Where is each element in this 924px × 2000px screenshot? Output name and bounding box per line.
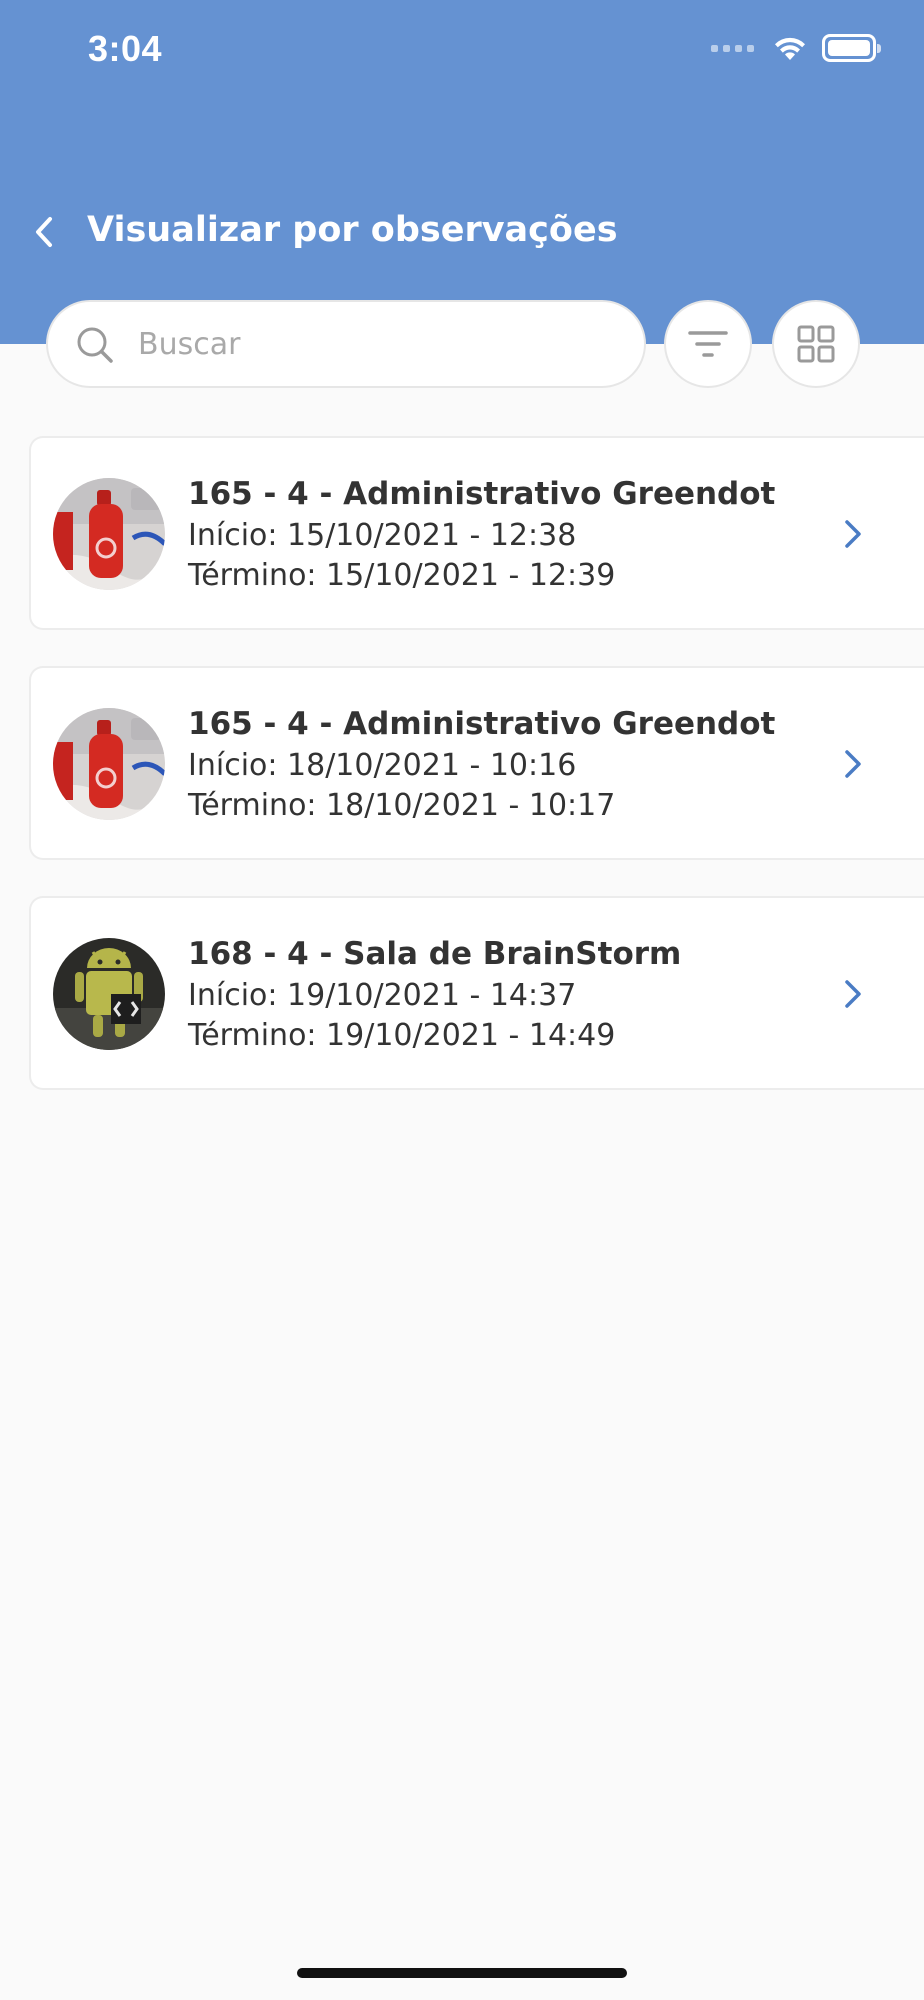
thumbnail-image (53, 478, 165, 590)
screen: 3:04 Visualizar por observações Buscar 1… (0, 0, 924, 2000)
observation-end: Término: 19/10/2021 - 14:49 (188, 1018, 616, 1053)
back-button[interactable] (24, 206, 64, 258)
observation-start: Início: 15/10/2021 - 12:38 (188, 518, 577, 553)
thumbnail-image (53, 708, 165, 820)
chevron-right-icon (845, 980, 861, 1008)
battery-icon (822, 34, 881, 62)
search-input[interactable] (138, 316, 618, 372)
chevron-right-icon (845, 750, 861, 778)
observation-title: 168 - 4 - Sala de BrainStorm (188, 936, 682, 972)
search-bar[interactable] (46, 300, 646, 388)
chevron-left-icon (36, 217, 52, 247)
observation-start: Início: 18/10/2021 - 10:16 (188, 748, 577, 783)
filter-icon (688, 331, 728, 357)
thumbnail-image (53, 938, 165, 1050)
grid-icon (797, 325, 835, 363)
observation-title: 165 - 4 - Administrativo Greendot (188, 476, 776, 512)
observation-card[interactable]: 168 - 4 - Sala de BrainStorm Início: 19/… (29, 896, 924, 1090)
page-title: Visualizar por observações (87, 210, 618, 250)
app-header: 3:04 Visualizar por observações (0, 0, 924, 344)
signal-icon (711, 44, 754, 52)
observation-end: Término: 18/10/2021 - 10:17 (188, 788, 616, 823)
observation-card[interactable]: 165 - 4 - Administrativo Greendot Início… (29, 666, 924, 860)
grid-view-button[interactable] (772, 300, 860, 388)
observation-start: Início: 19/10/2021 - 14:37 (188, 978, 577, 1013)
chevron-right-icon (845, 520, 861, 548)
wifi-icon (775, 37, 805, 60)
observation-card[interactable]: 165 - 4 - Administrativo Greendot Início… (29, 436, 924, 630)
status-time: 3:04 (88, 28, 163, 69)
search-icon (77, 327, 113, 363)
status-icons (711, 34, 881, 62)
observation-title: 165 - 4 - Administrativo Greendot (188, 706, 776, 742)
filter-button[interactable] (664, 300, 752, 388)
observation-end: Término: 15/10/2021 - 12:39 (188, 558, 616, 593)
home-indicator (297, 1968, 627, 1978)
